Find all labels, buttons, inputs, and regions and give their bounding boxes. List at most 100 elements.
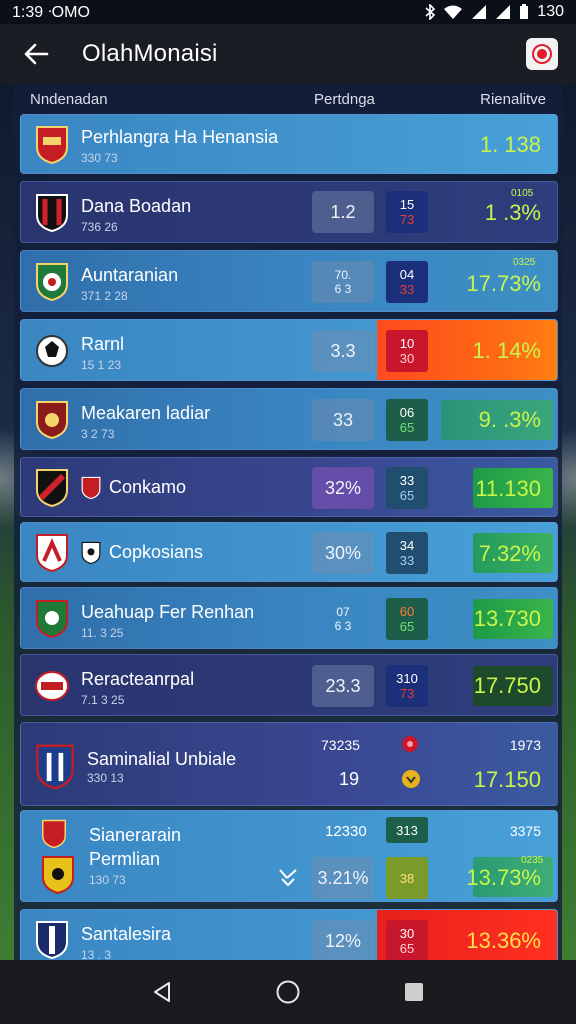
table-row[interactable]: Perhlangra Ha Henansia 330 73 1. 138 [20, 114, 558, 174]
score-top: 33 [399, 473, 415, 488]
score-bottom: 65 [399, 420, 415, 435]
team-crest-icon [36, 194, 68, 233]
team-crest-icon [36, 126, 68, 165]
relative-top: 3375 [509, 823, 541, 839]
team-name: Santalesira [81, 924, 172, 944]
score-top: 10 [399, 336, 415, 351]
table-row[interactable]: Sianerarain Permlian 130 73 12330 3.21% … [20, 810, 558, 902]
team-name: Rarnl [81, 334, 125, 354]
value-top: 73235 [321, 737, 360, 753]
score-top: 313 [396, 822, 418, 838]
relative-value: 17.73% [466, 271, 541, 296]
team-name: Sianerarain [89, 825, 182, 845]
relative-top: 1973 [509, 737, 541, 753]
team-crest-icon [36, 263, 68, 302]
table-row[interactable]: Copkosians 30% 34 33 7.32% [20, 522, 558, 582]
recents-icon[interactable] [402, 980, 426, 1004]
table-row[interactable]: Rarnl 15 1 23 3.3 10 30 1. 14% [20, 319, 558, 381]
team-crest-icon [36, 335, 68, 367]
table-row[interactable]: Saminalial Unbiale 330 13 73235 19 1973 … [20, 722, 558, 806]
score-box: 30 65 [386, 920, 428, 960]
table-row[interactable]: Auntaranian 371 2 28 70. 6 3 04 33 0325 … [20, 250, 558, 312]
score-bottom: 30 [399, 351, 415, 366]
score-bottom: 33 [399, 553, 415, 568]
team-stat: 130 73 [89, 873, 126, 887]
table-row[interactable]: Conkamo 32% 33 65 11.130 [20, 457, 558, 517]
score-top: 30 [399, 926, 415, 941]
score-top: 34 [399, 538, 415, 553]
team-stat: 11. 3 25 [81, 626, 124, 640]
value-box: 3.3 [312, 330, 374, 372]
table-row[interactable]: Meakaren ladiar 3 2 73 33 06 65 9. .3% [20, 388, 558, 450]
team-crest-icon [36, 921, 68, 960]
team-crest-small-icon [81, 476, 101, 500]
value-box: 30% [312, 532, 374, 574]
value-bottom: 6 3 [334, 282, 352, 296]
team-crest-icon [36, 600, 68, 639]
relative-value: 17.150 [473, 767, 541, 792]
score-box: 60 65 [386, 598, 428, 640]
back-button[interactable] [18, 36, 54, 72]
column-header-team[interactable]: Nndenadan [30, 91, 108, 108]
team-name-2: Permlian [89, 849, 161, 869]
battery-icon [520, 4, 529, 19]
score-box: 10 30 [386, 330, 428, 372]
table-row[interactable]: Santalesira 13 . 3 12% 30 65 13.36% [20, 909, 558, 960]
arrow-left-icon [24, 43, 49, 65]
score-bottom: 65 [399, 488, 415, 503]
score-top: 04 [399, 267, 415, 282]
relative-value: 1 .3% [484, 200, 541, 225]
table-row[interactable]: Dana Boadan 736 26 1.2 15 73 0105 1 .3% [20, 181, 558, 243]
team-stat: 3 2 73 [81, 427, 115, 441]
score-box: 04 33 [386, 261, 428, 303]
column-header-relative[interactable]: Rienalitve [480, 91, 546, 108]
team-name: Meakaren ladiar [81, 403, 211, 423]
value-box: 32% [312, 467, 374, 509]
team-crest-icon [35, 671, 69, 701]
team-name: Conkamo [109, 477, 187, 497]
team-crest-icon [42, 819, 66, 849]
value-box: 12% [312, 920, 374, 960]
home-icon[interactable] [275, 979, 301, 1005]
team-crest-icon [36, 744, 74, 790]
score-box: 310 73 [386, 665, 428, 707]
relative-value: 1. 14% [472, 338, 542, 363]
table-row[interactable]: Ueahuap Fer Renhan 11. 3 25 07 6 3 60 65… [20, 587, 558, 649]
relative-small: 0325 [513, 257, 536, 268]
team-name: Dana Boadan [81, 196, 192, 216]
wifi-icon [444, 5, 463, 19]
team-name: Saminalial Unbiale [87, 749, 237, 769]
score-box: 33 65 [386, 467, 428, 509]
camera-button[interactable] [526, 38, 558, 70]
team-stat: 371 2 28 [81, 289, 128, 303]
yellow-indicator-icon [402, 770, 420, 788]
relative-small: 0105 [511, 188, 534, 199]
team-stat: 736 26 [81, 220, 118, 234]
score-top: 60 [399, 604, 415, 619]
score-bottom: 33 [399, 282, 415, 297]
status-time: 1:39 ᐧOMO [12, 4, 90, 21]
team-stat: 13 . 3 [81, 948, 112, 960]
score-box: 06 65 [386, 399, 428, 441]
relative-value: 17.750 [473, 673, 541, 698]
value-bottom: 6 3 [334, 619, 352, 633]
score-bottom: 73 [399, 686, 415, 701]
column-header-value[interactable]: Pertdnga [314, 91, 375, 108]
relative-value: 13.73% [466, 865, 541, 890]
value-top: 12330 [325, 823, 367, 840]
team-name: Ueahuap Fer Renhan [81, 602, 255, 622]
status-bar: 1:39 ᐧOMO 130 [0, 0, 576, 24]
value-box: 07 6 3 [312, 598, 374, 640]
score-box: 15 73 [386, 191, 428, 233]
share-icon[interactable] [277, 865, 299, 887]
score-top: 15 [399, 197, 415, 212]
value-box: 23.3 [312, 665, 374, 707]
team-stat: 330 73 [81, 151, 118, 165]
app-bar: OlahMonaisi [0, 24, 576, 84]
table-row[interactable]: Reracteanrpal 7.1 3 25 23.3 310 73 17.75… [20, 654, 558, 716]
team-crest-icon [36, 534, 68, 573]
back-icon[interactable] [150, 980, 174, 1004]
team-crest-icon [36, 401, 68, 440]
score-box: 34 33 [386, 532, 428, 574]
relative-value: 9. .3% [478, 407, 541, 432]
